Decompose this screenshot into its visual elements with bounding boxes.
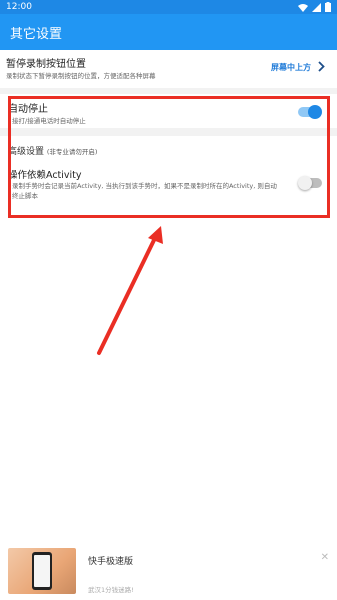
ad-title: 快手极速版: [88, 557, 134, 567]
ad-thumbnail: [8, 548, 76, 594]
arrow-annotation: [97, 226, 163, 355]
ad-banner[interactable]: 快手极速版 武汉1分钱迷路! ✕: [0, 542, 337, 600]
ad-subtitle: 武汉1分钱迷路!: [88, 586, 134, 594]
phone-image: [32, 552, 52, 590]
close-icon[interactable]: ✕: [321, 552, 329, 563]
